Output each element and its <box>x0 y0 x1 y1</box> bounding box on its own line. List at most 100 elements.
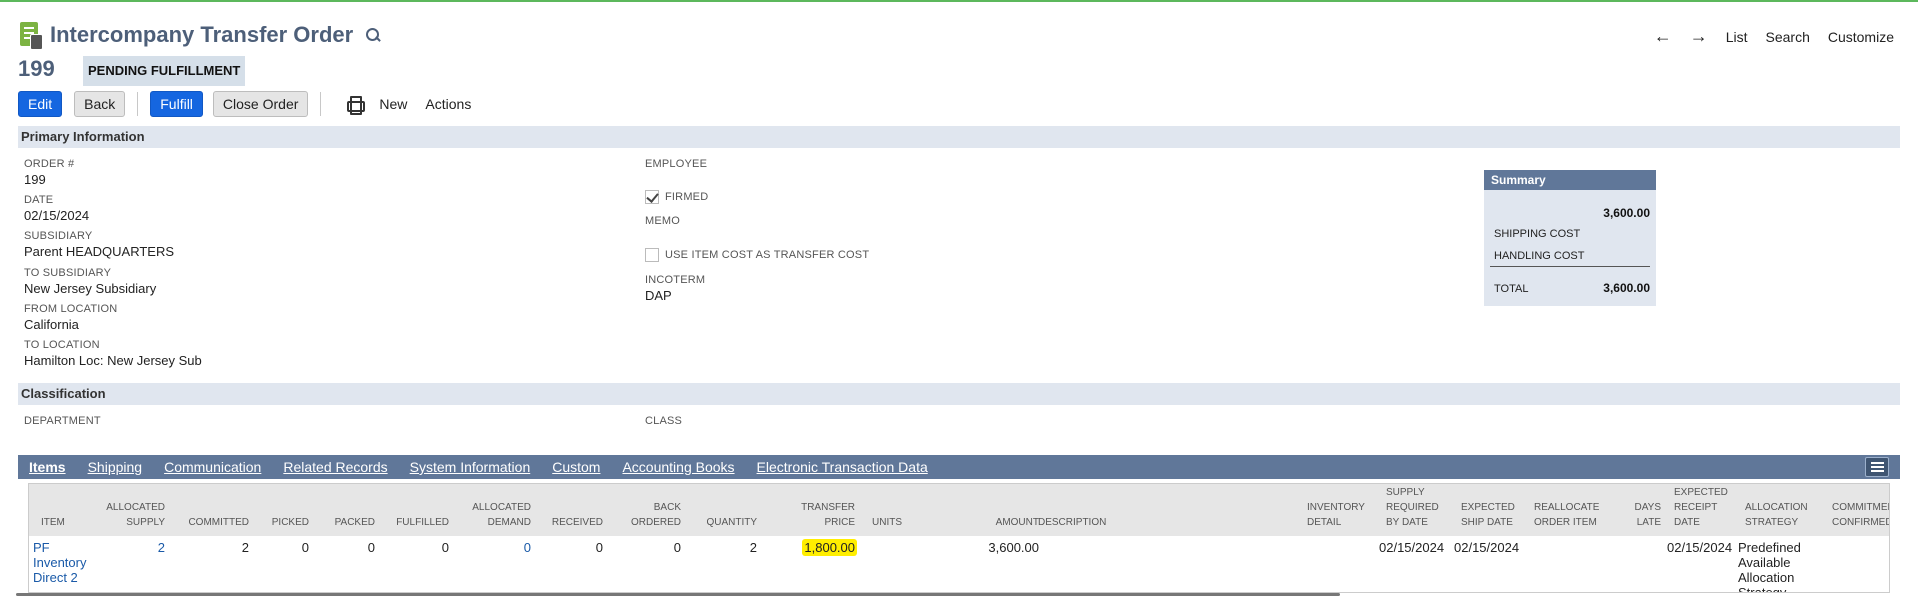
page-title: Intercompany Transfer Order <box>50 22 354 47</box>
new-link[interactable]: New <box>379 96 407 112</box>
column-header[interactable]: INVENTORY DETAIL <box>1307 500 1369 530</box>
column-header[interactable]: COMMITTED <box>179 515 249 530</box>
handling-cost-label: HANDLING COST <box>1494 250 1585 262</box>
column-header[interactable]: EXPECTED RECEIPT DATE <box>1674 485 1738 530</box>
expected-receipt-date-cell: 02/15/2024 <box>1667 540 1733 555</box>
customize-link[interactable]: Customize <box>1828 29 1894 45</box>
quantity-cell: 2 <box>749 540 757 555</box>
items-grid-header: ITEM ALLOCATED SUPPLY COMMITTED PICKED P… <box>29 484 1889 536</box>
incoterm-field: INCOTERM DAP <box>645 274 705 303</box>
summary-divider <box>1490 266 1650 267</box>
field-label: FIRMED <box>665 191 709 203</box>
subtab-layout-menu-icon[interactable] <box>1865 457 1889 477</box>
fulfilled-cell: 0 <box>441 540 449 555</box>
column-header[interactable]: ALLOCATED DEMAND <box>467 500 531 530</box>
allocation-strategy-cell: Predefined Available Allocation Strategy <box>1738 540 1801 593</box>
list-link[interactable]: List <box>1726 29 1748 45</box>
subtotal-amount: 3,600.00 <box>1603 206 1650 220</box>
field-label: EMPLOYEE <box>645 158 708 170</box>
actions-menu[interactable]: Actions <box>425 96 471 112</box>
tab-shipping[interactable]: Shipping <box>88 459 143 475</box>
column-header[interactable]: SUPPLY REQUIRED BY DATE <box>1386 485 1446 530</box>
back-ordered-cell: 0 <box>673 540 681 555</box>
use-item-cost-field: USE ITEM COST AS TRANSFER COST <box>645 248 869 262</box>
firmed-checkbox[interactable] <box>645 190 659 204</box>
field-label: MEMO <box>645 215 681 227</box>
tab-label: Electronic Transaction Data <box>756 459 928 475</box>
search-icon[interactable] <box>365 27 381 43</box>
close-order-button[interactable]: Close Order <box>212 91 309 117</box>
column-header[interactable]: ALLOCATED SUPPLY <box>101 500 165 530</box>
field-label: INCOTERM <box>645 274 706 286</box>
field-label: DEPARTMENT <box>24 415 101 427</box>
field-value: Parent HEADQUARTERS <box>24 244 175 259</box>
tab-custom[interactable]: Custom <box>552 459 600 475</box>
next-record-arrow-icon[interactable]: → <box>1690 26 1708 47</box>
horizontal-scrollbar[interactable] <box>16 593 1340 596</box>
column-header[interactable]: TRANSFER PRICE <box>799 500 855 530</box>
tab-label: Related Records <box>283 459 388 475</box>
fulfill-button[interactable]: Fulfill <box>150 91 203 117</box>
tab-label: Communication <box>164 459 262 475</box>
column-header[interactable]: DESCRIPTION <box>1038 515 1138 530</box>
column-header[interactable]: AMOUNT <box>965 515 1039 530</box>
column-header[interactable]: RECEIVED <box>539 515 603 530</box>
tab-items[interactable]: Items <box>29 459 66 475</box>
allocated-demand-link[interactable]: 0 <box>467 540 531 555</box>
field-value: 199 <box>24 172 46 187</box>
primary-information-header[interactable]: Primary Information <box>18 126 1900 148</box>
shipping-cost-label: SHIPPING COST <box>1494 228 1581 240</box>
subtab-bar: Items Shipping Communication Related Rec… <box>18 455 1900 479</box>
column-header[interactable]: COMMITMEN CONFIRMED <box>1832 500 1889 530</box>
tab-label: System Information <box>409 459 531 475</box>
transfer-order-icon <box>18 20 44 50</box>
column-header[interactable]: PACKED <box>317 515 375 530</box>
search-link[interactable]: Search <box>1766 29 1810 45</box>
department-field: DEPARTMENT <box>24 415 101 427</box>
tab-system-information[interactable]: System Information <box>410 459 531 475</box>
column-header[interactable]: PICKED <box>257 515 309 530</box>
expected-ship-date-cell: 02/15/2024 <box>1454 540 1520 555</box>
order-number-field: ORDER # 199 <box>24 158 74 187</box>
order-number: 199 <box>18 56 55 81</box>
tab-label: Shipping <box>87 459 143 475</box>
tab-communication[interactable]: Communication <box>164 459 261 475</box>
print-icon[interactable] <box>345 95 366 115</box>
field-value: Hamilton Loc: New Jersey Sub <box>24 353 202 368</box>
highlighted-transfer-price: 1,800.00 <box>802 539 857 556</box>
column-header[interactable]: EXPECTED SHIP DATE <box>1461 500 1515 530</box>
field-label: DATE <box>24 194 54 206</box>
to-location-field: TO LOCATION Hamilton Loc: New Jersey Sub <box>24 339 202 368</box>
status-badge: PENDING FULFILLMENT <box>83 56 246 86</box>
tab-accounting-books[interactable]: Accounting Books <box>622 459 734 475</box>
tab-electronic-transaction-data[interactable]: Electronic Transaction Data <box>757 459 928 475</box>
previous-record-arrow-icon[interactable]: ← <box>1654 26 1672 47</box>
received-cell: 0 <box>595 540 603 555</box>
picked-cell: 0 <box>301 540 309 555</box>
edit-button[interactable]: Edit <box>18 91 63 117</box>
column-header[interactable]: UNITS <box>872 515 932 530</box>
tab-related-records[interactable]: Related Records <box>283 459 387 475</box>
column-header[interactable]: QUANTITY <box>689 515 757 530</box>
column-header[interactable]: DAYS LATE <box>1623 500 1662 530</box>
column-header[interactable]: REALLOCATE ORDER ITEM <box>1534 500 1604 530</box>
column-header[interactable]: ALLOCATION STRATEGY <box>1745 500 1819 530</box>
allocated-supply-link[interactable]: 2 <box>101 540 165 555</box>
to-subsidiary-field: TO SUBSIDIARY New Jersey Subsidiary <box>24 267 156 296</box>
from-location-field: FROM LOCATION California <box>24 303 117 332</box>
field-value: New Jersey Subsidiary <box>24 281 157 296</box>
column-header[interactable]: FULFILLED <box>383 515 449 530</box>
back-button[interactable]: Back <box>74 91 126 117</box>
packed-cell: 0 <box>367 540 375 555</box>
table-row[interactable]: PF Inventory Direct 2 2 2 0 0 0 0 0 0 2 … <box>29 536 1889 593</box>
use-item-cost-checkbox[interactable] <box>645 248 659 262</box>
field-value: DAP <box>645 288 672 303</box>
total-amount: 3,600.00 <box>1603 281 1650 295</box>
supply-required-date-cell: 02/15/2024 <box>1379 540 1445 555</box>
firmed-field: FIRMED <box>645 190 708 204</box>
column-header[interactable]: ITEM <box>41 515 81 530</box>
classification-header[interactable]: Classification <box>18 383 1900 405</box>
field-value: 02/15/2024 <box>24 208 90 223</box>
item-link[interactable]: PF Inventory Direct 2 <box>33 540 95 585</box>
column-header[interactable]: BACK ORDERED <box>625 500 681 530</box>
